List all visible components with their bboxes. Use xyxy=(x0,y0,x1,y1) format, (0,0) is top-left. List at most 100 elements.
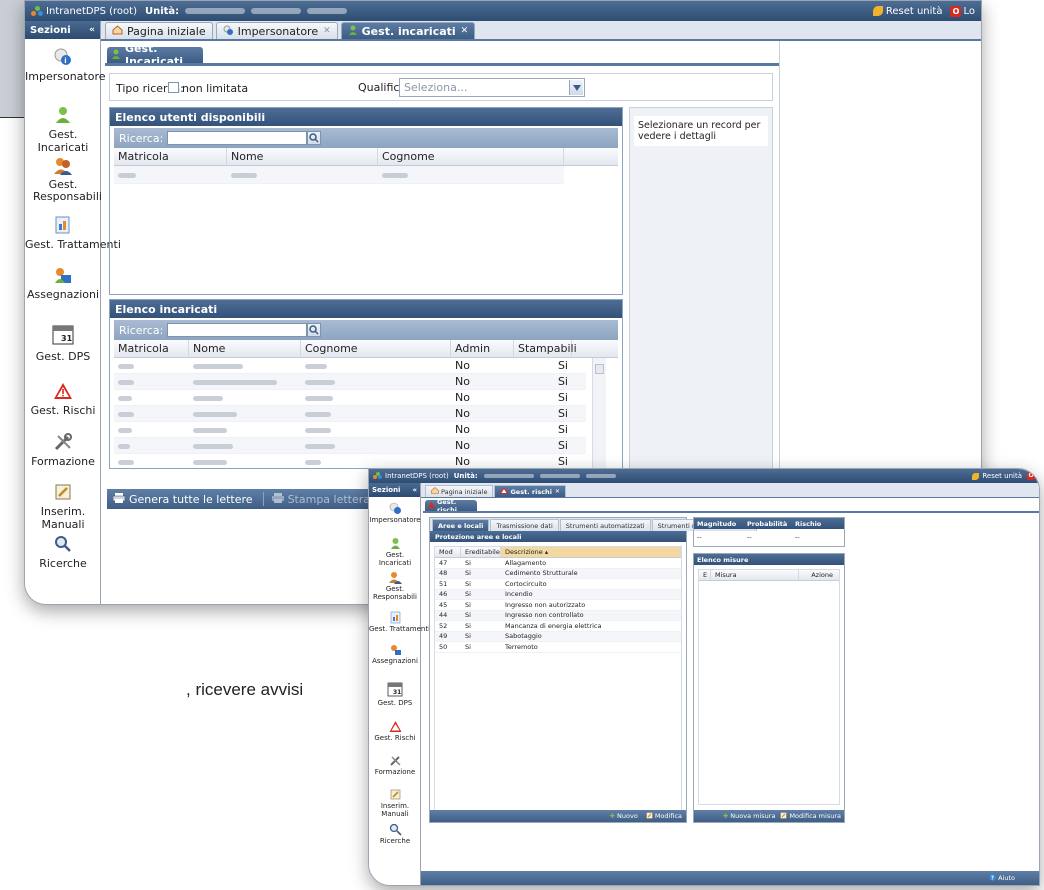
sidebar-item-inserim-manuali[interactable]: Inserim. Manuali xyxy=(25,482,101,531)
sidebar-item-impersonatore[interactable]: i Impersonatore xyxy=(25,47,106,83)
table-row[interactable]: No Si xyxy=(114,358,586,374)
tab-strumenti-automatizzati[interactable]: Strumenti automatizzati xyxy=(559,519,651,531)
column-header[interactable]: Ereditabile xyxy=(461,547,501,557)
new-measure-button[interactable]: ✚ Nuova misura xyxy=(723,812,776,820)
print-letter-button[interactable]: Stampa lettera xyxy=(271,492,370,506)
sidebar-item-gest-incaricati[interactable]: Gest. Incaricati xyxy=(25,105,101,154)
scroll-thumb[interactable] xyxy=(595,364,604,374)
sidebar-item-gest-dps[interactable]: 31 Gest. DPS xyxy=(369,680,421,707)
sidebar-item-assegnazioni[interactable]: Assegnazioni xyxy=(369,643,421,665)
column-header[interactable]: E xyxy=(699,570,711,580)
reset-unit-button[interactable]: Reset unità xyxy=(872,5,943,17)
admin-cell: No xyxy=(455,439,470,452)
table-row[interactable]: 46 Si Incendio xyxy=(435,589,681,600)
table-row[interactable]: 45 Si Ingresso non autorizzato xyxy=(435,600,681,611)
help-button[interactable]: ? Aiuto xyxy=(989,873,1015,883)
scrollbar[interactable] xyxy=(592,358,606,468)
calendar-icon: 31 xyxy=(386,680,404,698)
user-icon xyxy=(348,25,358,38)
collapse-icon[interactable]: « xyxy=(412,486,417,494)
sidebar-item-formazione[interactable]: Formazione xyxy=(369,754,421,776)
sidebar-item-label: Ricerche xyxy=(379,837,411,845)
sidebar-item-gest-trattamenti[interactable]: Gest. Trattamenti xyxy=(25,215,121,251)
reset-unit-button[interactable]: Reset unità xyxy=(972,472,1022,480)
sidebar-item-gest-rischi[interactable]: Gest. Rischi xyxy=(25,381,101,417)
sidebar-item-gest-dps[interactable]: 31 Gest. DPS xyxy=(25,321,101,363)
sidebar-item-gest-responsabili[interactable]: Gest. Responsabili xyxy=(25,156,102,203)
tab-pagina-iniziale[interactable]: Pagina iniziale xyxy=(105,22,213,39)
logout-label[interactable]: Lo xyxy=(963,6,975,17)
subtab-gest-incaricati[interactable]: Gest. Incaricati xyxy=(107,42,203,68)
table-row[interactable]: 48 Si Cedimento Strutturale xyxy=(435,568,681,579)
table-row[interactable]: 44 Si Ingresso non controllato xyxy=(435,610,681,621)
table-row[interactable]: 52 Si Mancanza di energia elettrica xyxy=(435,621,681,632)
reset-unit-label: Reset unità xyxy=(885,5,943,17)
qualifica-select[interactable]: Seleziona... xyxy=(399,78,585,97)
sidebar-item-assegnazioni[interactable]: Assegnazioni xyxy=(25,265,101,301)
button-label: Modifica xyxy=(654,812,682,820)
close-icon[interactable]: ✕ xyxy=(323,26,331,36)
table-row[interactable]: 47 Si Allagamento xyxy=(435,558,681,569)
column-header: Rischio xyxy=(795,519,822,528)
close-icon[interactable]: ✕ xyxy=(555,488,560,495)
table-row[interactable]: No Si xyxy=(114,406,586,422)
column-header[interactable]: Matricola xyxy=(114,148,227,165)
column-header[interactable]: Admin xyxy=(451,340,514,357)
edit-button[interactable]: Modifica xyxy=(646,811,682,821)
subtab-gest-rischi[interactable]: Gest. rischi xyxy=(425,498,477,514)
sidebar-item-gest-rischi[interactable]: Gest. Rischi xyxy=(369,720,421,742)
table-row[interactable]: 49 Si Sabotaggio xyxy=(435,631,681,642)
button-label: Nuova misura xyxy=(730,812,776,820)
sidebar-item-gest-responsabili[interactable]: Gest. Responsabili xyxy=(369,571,421,601)
non-limitata-checkbox[interactable] xyxy=(168,82,179,93)
app-topbar: IntranetDPS (root) Unità: Reset unità O … xyxy=(25,1,981,21)
column-header[interactable]: Mod xyxy=(435,547,461,557)
table-row[interactable]: No Si xyxy=(114,438,586,454)
column-header[interactable]: Nome xyxy=(227,148,378,165)
table-row[interactable]: 50 Si Terremoto xyxy=(435,642,681,653)
tab-aree-locali[interactable]: Aree e locali xyxy=(432,519,490,531)
sidebar-item-ricerche[interactable]: Ricerche xyxy=(369,823,421,845)
column-header[interactable]: Stampabili xyxy=(514,340,577,357)
search-icon[interactable] xyxy=(307,323,322,337)
logout-icon[interactable]: O xyxy=(1027,472,1035,480)
admin-cell: No xyxy=(455,375,470,388)
column-header[interactable]: Matricola xyxy=(114,340,189,357)
generate-all-letters-button[interactable]: Genera tutte le lettere xyxy=(112,492,253,506)
sidebar-item-impersonatore[interactable]: Impersonatore xyxy=(369,502,421,524)
search-icon[interactable] xyxy=(307,131,322,145)
sidebar: Sezioni « i Impersonatore Gest. Incarica… xyxy=(25,21,121,604)
sidebar-item-gest-trattamenti[interactable]: Gest. Trattamenti xyxy=(369,611,430,633)
search-input[interactable] xyxy=(167,131,308,145)
column-header[interactable]: Descrizione ▴ xyxy=(501,547,681,557)
sidebar-item-gest-incaricati[interactable]: Gest. Incaricati xyxy=(369,537,421,567)
tab-pagina-iniziale[interactable]: Pagina iniziale xyxy=(425,485,494,497)
sidebar-item-inserim-manuali[interactable]: Inserim. Manuali xyxy=(369,788,421,818)
tab-trasmissione-dati[interactable]: Trasmissione dati xyxy=(490,519,559,531)
sidebar-item-formazione[interactable]: Formazione xyxy=(25,432,101,468)
chevron-down-icon[interactable] xyxy=(569,80,583,95)
tab-gest-incaricati[interactable]: Gest. incaricati ✕ xyxy=(340,22,476,39)
table-row[interactable]: No Si xyxy=(114,454,586,468)
tab-impersonatore[interactable]: Impersonatore ✕ xyxy=(215,22,338,39)
close-icon[interactable]: ✕ xyxy=(461,26,469,36)
table-row[interactable]: No Si xyxy=(114,422,586,438)
collapse-icon[interactable]: « xyxy=(89,25,95,35)
sidebar-item-ricerche[interactable]: Ricerche xyxy=(25,534,101,570)
stampabili-cell: Si xyxy=(557,439,568,452)
column-header[interactable]: Nome xyxy=(189,340,301,357)
table-row[interactable]: 51 Si Cortocircuito xyxy=(435,579,681,590)
edit-measure-button[interactable]: Modifica misura xyxy=(780,811,841,821)
table-row[interactable]: No Si xyxy=(114,374,586,390)
column-header[interactable]: Cognome xyxy=(378,148,564,165)
tab-gest-rischi[interactable]: Gest. rischi ✕ xyxy=(494,485,566,497)
column-header[interactable]: Misura xyxy=(711,570,799,580)
table-row[interactable]: No Si xyxy=(114,390,586,406)
logout-icon[interactable]: O xyxy=(950,5,962,17)
new-button[interactable]: ✚ Nuovo xyxy=(610,812,638,820)
table-row[interactable] xyxy=(114,166,564,184)
search-input[interactable] xyxy=(167,323,308,337)
column-header[interactable]: Cognome xyxy=(301,340,451,357)
non-limitata-label: non limitata xyxy=(182,82,249,95)
column-header[interactable]: Azione xyxy=(799,570,839,580)
